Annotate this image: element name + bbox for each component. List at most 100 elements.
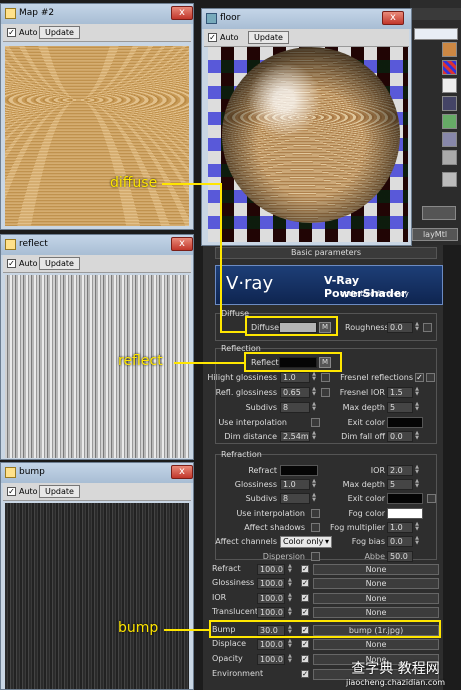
fog-color-swatch[interactable]	[387, 508, 423, 519]
map-amount-spinner[interactable]: ▲ ▼	[288, 578, 292, 588]
select-icon[interactable]	[442, 150, 457, 165]
floor-window[interactable]: floor x ✓ Auto Update	[201, 8, 412, 246]
refr-max-depth-field[interactable]: 5	[387, 479, 413, 490]
map-slot-button[interactable]: None	[313, 578, 439, 589]
pick-icon[interactable]	[442, 172, 457, 187]
basic-parameters-rollout[interactable]: Basic parameters	[215, 247, 437, 259]
glossiness-field[interactable]: 1.0	[280, 479, 310, 490]
update-button[interactable]: Update	[39, 26, 80, 39]
nav-icon[interactable]	[422, 206, 456, 220]
dim-falloff-spinner[interactable]: ▲ ▼	[414, 431, 420, 442]
map2-window[interactable]: Map #2 x ✓ Auto Update	[0, 3, 194, 230]
reflect-window[interactable]: reflect x ✓ Auto Update	[0, 234, 194, 460]
refr-subdivs-spinner[interactable]: ▲ ▼	[311, 493, 317, 504]
fog-bias-field[interactable]: 0.0	[387, 536, 413, 547]
hilight-spinner[interactable]: ▲ ▼	[311, 372, 317, 383]
map-enable-checkbox[interactable]: ✓	[301, 565, 309, 573]
floor-titlebar[interactable]: floor	[202, 9, 411, 29]
map-slot-button[interactable]: None	[313, 564, 439, 575]
update-button[interactable]: Update	[248, 31, 289, 44]
refract-swatch[interactable]	[280, 465, 318, 476]
map-amount-field[interactable]: 100.0	[257, 593, 285, 604]
affect-shadows-checkbox[interactable]	[311, 523, 320, 532]
refl-glossiness-spinner[interactable]: ▲ ▼	[311, 387, 317, 398]
exit-color-swatch[interactable]	[387, 417, 423, 428]
map-slot-button[interactable]: None	[313, 593, 439, 604]
map-enable-checkbox[interactable]: ✓	[301, 594, 309, 602]
auto-checkbox[interactable]: ✓	[7, 259, 16, 268]
fresnel-ior-field[interactable]: 1.5	[387, 387, 413, 398]
auto-checkbox[interactable]: ✓	[7, 487, 16, 496]
map-amount-spinner[interactable]: ▲ ▼	[288, 654, 292, 664]
map-amount-spinner[interactable]: ▲ ▼	[288, 607, 292, 617]
material-type-button[interactable]: layMtl	[412, 228, 458, 241]
max-depth-spinner[interactable]: ▲ ▼	[414, 402, 420, 413]
map-enable-checkbox[interactable]: ✓	[301, 640, 309, 648]
map-slot-button[interactable]: None	[313, 607, 439, 618]
ior-spinner[interactable]: ▲ ▼	[414, 465, 420, 476]
side-input[interactable]	[414, 28, 458, 40]
map-amount-field[interactable]: 100.0	[257, 639, 285, 650]
refl-glossiness-map-button[interactable]	[321, 388, 330, 397]
abbe-field[interactable]: 50.0	[387, 551, 413, 562]
fog-bias-spinner[interactable]: ▲ ▼	[414, 536, 420, 547]
map-enable-checkbox[interactable]: ✓	[301, 670, 309, 678]
glossiness-spinner[interactable]: ▲ ▼	[311, 479, 317, 490]
fog-multiplier-spinner[interactable]: ▲ ▼	[414, 522, 420, 533]
refr-use-interpolation-checkbox[interactable]	[311, 509, 320, 518]
fresnel-lock-button[interactable]	[426, 373, 435, 382]
ior-field[interactable]: 2.0	[387, 465, 413, 476]
render-icon[interactable]	[442, 42, 457, 57]
close-button[interactable]: x	[171, 237, 193, 251]
map-amount-field[interactable]: 100.0	[257, 578, 285, 589]
dim-distance-spinner[interactable]: ▲ ▼	[311, 431, 317, 442]
subdivs-field[interactable]: 8	[280, 402, 310, 413]
refr-exit-color-checkbox[interactable]	[427, 494, 436, 503]
subdivs-spinner[interactable]: ▲ ▼	[311, 402, 317, 413]
hilight-lock-button[interactable]	[321, 373, 330, 382]
fog-multiplier-field[interactable]: 1.0	[387, 522, 413, 533]
close-button[interactable]: x	[382, 11, 404, 25]
close-button[interactable]: x	[171, 465, 193, 479]
video-check-icon[interactable]	[442, 114, 457, 129]
fresnel-checkbox[interactable]: ✓	[415, 373, 424, 382]
sample-uv-icon[interactable]	[442, 78, 457, 93]
map-amount-spinner[interactable]: ▲ ▼	[288, 639, 292, 649]
map-enable-checkbox[interactable]: ✓	[301, 579, 309, 587]
dim-falloff-field[interactable]: 0.0	[387, 431, 413, 442]
map2-titlebar[interactable]: Map #2	[1, 4, 193, 24]
refr-exit-color-swatch[interactable]	[387, 493, 423, 504]
map-slot-button[interactable]: None	[313, 639, 439, 650]
map-amount-field[interactable]: 100.0	[257, 607, 285, 618]
update-button[interactable]: Update	[39, 485, 80, 498]
map-amount-spinner[interactable]: ▲ ▼	[288, 564, 292, 574]
map-enable-checkbox[interactable]: ✓	[301, 655, 309, 663]
fresnel-ior-spinner[interactable]: ▲ ▼	[414, 387, 420, 398]
bump-window[interactable]: bump x ✓ Auto Update	[0, 462, 194, 690]
reflect-titlebar[interactable]: reflect	[1, 235, 193, 255]
map-amount-field[interactable]: 100.0	[257, 654, 285, 665]
roughness-spinner[interactable]: ▲ ▼	[414, 322, 420, 333]
map-amount-field[interactable]: 100.0	[257, 564, 285, 575]
dispersion-checkbox[interactable]	[311, 552, 320, 561]
preview-icon[interactable]	[442, 132, 457, 147]
dim-distance-field[interactable]: 2.54m	[280, 431, 310, 442]
update-button[interactable]: Update	[39, 257, 80, 270]
refr-max-depth-spinner[interactable]: ▲ ▼	[414, 479, 420, 490]
close-button[interactable]: x	[171, 6, 193, 20]
affect-channels-dropdown[interactable]: Color only ▾	[280, 536, 332, 548]
map-enable-checkbox[interactable]: ✓	[301, 608, 309, 616]
checker-icon[interactable]	[442, 60, 457, 75]
auto-checkbox[interactable]: ✓	[7, 28, 16, 37]
bump-titlebar[interactable]: bump	[1, 463, 193, 483]
refr-subdivs-field[interactable]: 8	[280, 493, 310, 504]
roughness-map-button[interactable]	[423, 323, 432, 332]
map-amount-spinner[interactable]: ▲ ▼	[288, 593, 292, 603]
use-interpolation-checkbox[interactable]	[311, 418, 320, 427]
hilight-field[interactable]: 1.0	[280, 372, 310, 383]
options-icon[interactable]	[442, 96, 457, 111]
auto-checkbox[interactable]: ✓	[208, 33, 217, 42]
refl-glossiness-field[interactable]: 0.65	[280, 387, 310, 398]
max-depth-field[interactable]: 5	[387, 402, 413, 413]
roughness-field[interactable]: 0.0	[387, 322, 413, 333]
